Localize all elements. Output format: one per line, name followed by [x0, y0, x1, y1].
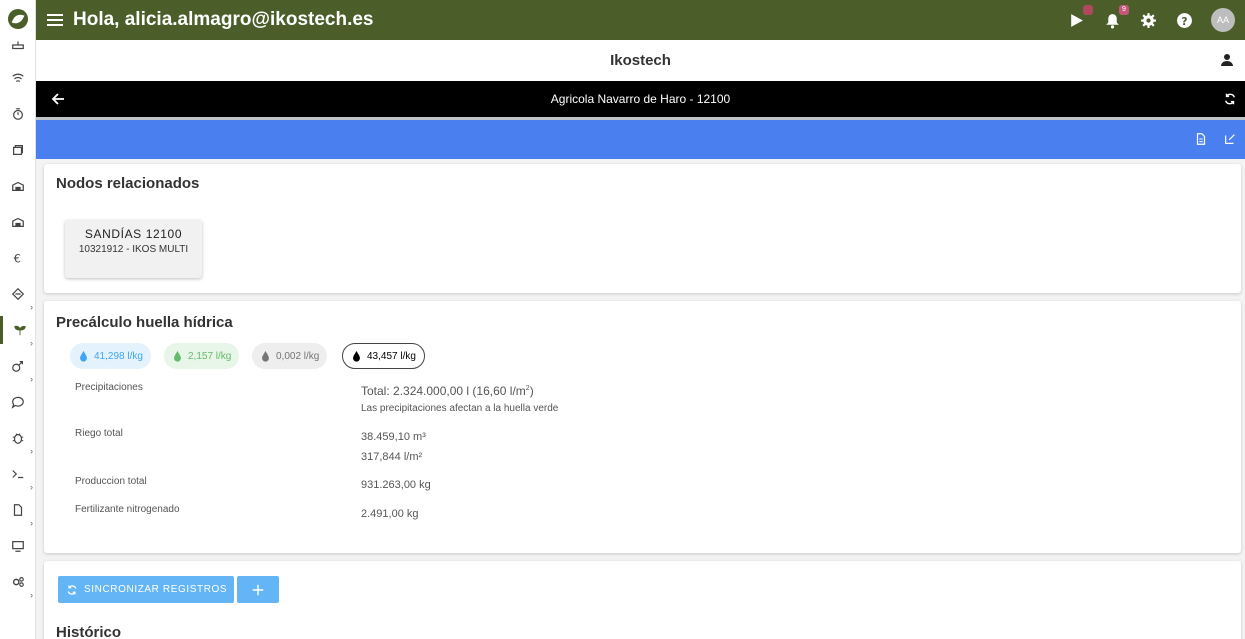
chevron-right-icon: ›: [30, 590, 33, 600]
hamburger-menu-icon[interactable]: [47, 14, 63, 26]
black-drop-icon: [353, 350, 360, 362]
nodos-card: Nodos relacionados SANDÍAS 12100 1032191…: [44, 164, 1241, 293]
play-badge: [1083, 5, 1093, 15]
chip-blue-water[interactable]: 41,298 l/kg: [70, 343, 151, 369]
huella-heading: Precálculo huella hídrica: [56, 314, 233, 331]
detail-title-bar: Agricola Navarro de Haro - 12100: [36, 81, 1245, 117]
side-rail: € › › › › › › ›: [0, 0, 36, 639]
warehouse-icon[interactable]: [0, 172, 36, 200]
svg-text:€: €: [14, 251, 21, 265]
riego-label: Riego total: [75, 428, 123, 439]
sync-icon: [67, 584, 77, 595]
detail-title: Agricola Navarro de Haro - 12100: [550, 92, 731, 106]
chat-icon[interactable]: [0, 388, 36, 416]
riego-value-lm2: 317,844 l/m²: [361, 451, 423, 463]
node-name: SANDÍAS 12100: [84, 227, 183, 241]
app-logo[interactable]: [8, 9, 28, 29]
company-name: Ikostech: [610, 52, 671, 69]
company-header: Ikostech: [36, 40, 1245, 81]
settings-gears-icon[interactable]: ›: [0, 568, 36, 600]
fertilizante-value: 2.491,00 kg: [361, 508, 419, 520]
play-icon[interactable]: [1067, 5, 1093, 29]
report-icon[interactable]: [1194, 132, 1208, 146]
add-record-button[interactable]: [237, 576, 279, 603]
chip-green-water[interactable]: 2,157 l/kg: [164, 343, 240, 369]
riego-value-m3: 38.459,10 m³: [361, 431, 426, 443]
chevron-right-icon: ›: [30, 482, 33, 492]
chip-grey-water[interactable]: 0,002 l/kg: [252, 343, 328, 369]
green-drop-icon: [174, 350, 181, 362]
wifi-icon[interactable]: [0, 64, 36, 92]
top-app-bar: Hola, alicia.almagro@ikostech.es 9 ? AA: [36, 0, 1245, 40]
fertilizante-label: Fertilizante nitrogenado: [75, 504, 180, 515]
precipitaciones-note: Las precipitaciones afectan a la huella …: [361, 403, 559, 414]
monitor-icon[interactable]: [0, 532, 36, 560]
edit-icon[interactable]: [1223, 132, 1237, 146]
bell-icon[interactable]: 9: [1103, 5, 1129, 29]
precipitaciones-label: Precipitaciones: [75, 382, 143, 393]
produccion-label: Produccion total: [75, 476, 147, 487]
node-sub: 10321912 - IKOS MULTI: [78, 244, 189, 255]
chevron-right-icon: ›: [30, 518, 33, 528]
diamond-nav-icon[interactable]: ›: [0, 280, 36, 312]
layers-icon[interactable]: [0, 136, 36, 164]
node-card[interactable]: SANDÍAS 12100 10321912 - IKOS MULTI: [65, 220, 202, 278]
svg-text:?: ?: [1181, 14, 1187, 27]
sync-records-button[interactable]: SINCRONIZAR REGISTROS: [58, 576, 234, 603]
fertilizer-icon[interactable]: ›: [0, 352, 36, 384]
huella-card: Precálculo huella hídrica 41,298 l/kg 2,…: [44, 301, 1241, 553]
chip-total-value: 43,457 l/kg: [367, 350, 416, 362]
user-icon[interactable]: [1219, 52, 1235, 68]
nodos-heading: Nodos relacionados: [56, 175, 200, 192]
back-arrow-icon[interactable]: [50, 91, 66, 107]
sync-records-label: SINCRONIZAR REGISTROS: [84, 584, 228, 595]
chip-blue-value: 41,298 l/kg: [94, 350, 143, 362]
plus-icon: [252, 584, 264, 595]
refresh-icon[interactable]: [1223, 92, 1237, 106]
historico-heading: Histórico: [56, 624, 122, 639]
sensor-nav-icon[interactable]: [0, 31, 36, 59]
chip-green-value: 2,157 l/kg: [188, 350, 232, 362]
chevron-right-icon: ›: [30, 446, 33, 456]
registros-card: SINCRONIZAR REGISTROS Histórico: [44, 561, 1241, 639]
user-avatar[interactable]: AA: [1211, 8, 1235, 32]
notification-count-badge: 9: [1119, 5, 1129, 15]
greeting-text: Hola, alicia.almagro@ikostech.es: [73, 9, 374, 30]
chevron-right-icon: ›: [30, 374, 33, 384]
euro-icon[interactable]: €: [0, 244, 36, 272]
blue-drop-icon: [80, 350, 87, 362]
action-bar: [36, 120, 1245, 159]
precipitaciones-total: Total: 2.324.000,00 l (16,60 l/m2): [361, 384, 534, 398]
terminal-icon[interactable]: ›: [0, 460, 36, 492]
sprout-icon[interactable]: ›: [0, 316, 36, 348]
chevron-right-icon: ›: [30, 338, 33, 348]
timer-icon[interactable]: [0, 100, 36, 128]
grey-drop-icon: [262, 350, 269, 362]
warehouse-2-icon[interactable]: [0, 208, 36, 236]
help-icon[interactable]: ?: [1175, 11, 1193, 29]
bug-icon[interactable]: ›: [0, 424, 36, 456]
produccion-value: 931.263,00 kg: [361, 479, 431, 491]
chip-grey-value: 0,002 l/kg: [276, 350, 320, 362]
document-icon[interactable]: ›: [0, 496, 36, 528]
chevron-right-icon: ›: [30, 302, 33, 312]
chip-total-water[interactable]: 43,457 l/kg: [342, 343, 425, 369]
gear-icon[interactable]: [1139, 11, 1157, 29]
